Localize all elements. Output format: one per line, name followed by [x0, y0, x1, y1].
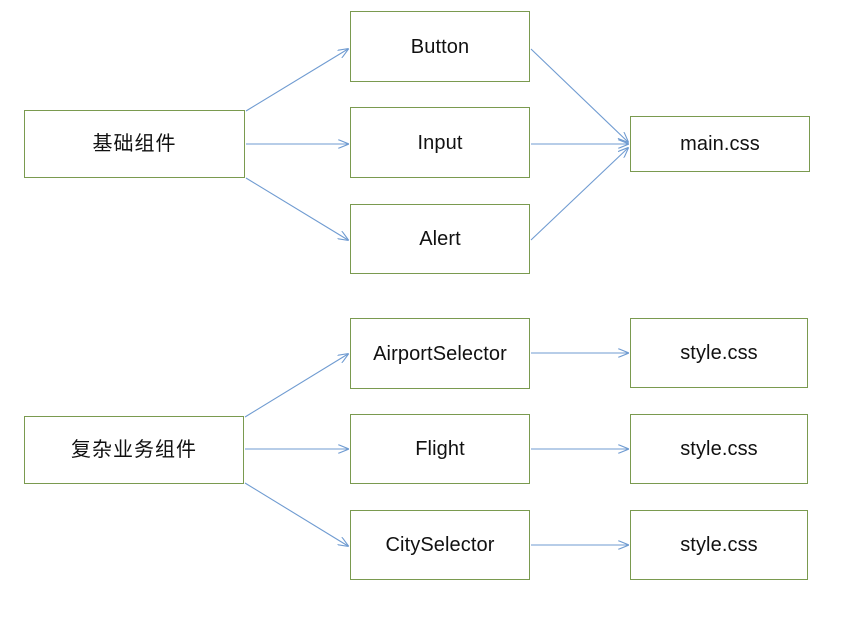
- edge-basic-source-to-alert: [245, 177, 348, 240]
- node-basic-source[interactable]: 基础组件: [24, 110, 245, 178]
- node-airportselector[interactable]: AirportSelector: [350, 318, 530, 389]
- node-style-css-2[interactable]: style.css: [630, 414, 808, 484]
- node-alert-label: Alert: [419, 228, 461, 250]
- node-button[interactable]: Button: [350, 11, 530, 82]
- node-input[interactable]: Input: [350, 107, 530, 178]
- node-input-label: Input: [417, 131, 463, 154]
- node-basic-source-label: 基础组件: [92, 133, 177, 155]
- edge-basic-source-to-button: [245, 49, 348, 112]
- node-flight-label: Flight: [415, 438, 465, 460]
- node-cityselector[interactable]: CitySelector: [350, 510, 530, 580]
- node-flight[interactable]: Flight: [350, 414, 530, 484]
- node-cityselector-label: CitySelector: [385, 534, 495, 556]
- node-main-css-label: main.css: [680, 133, 760, 155]
- node-button-label: Button: [410, 35, 470, 58]
- edge-alert-to-main-css: [530, 148, 628, 241]
- node-airportselector-label: AirportSelector: [373, 342, 507, 365]
- node-style-css-1-label: style.css: [680, 342, 758, 364]
- node-style-css-3[interactable]: style.css: [630, 510, 808, 580]
- edge-button-to-main-css: [530, 48, 628, 142]
- node-style-css-3-label: style.css: [680, 534, 758, 556]
- node-business-source-label: 复杂业务组件: [71, 439, 197, 461]
- diagram-canvas: 基础组件 Button Input Alert main.css 复杂业务组件 …: [0, 0, 855, 628]
- node-style-css-1[interactable]: style.css: [630, 318, 808, 388]
- edge-biz-source-to-airportselector: [244, 354, 348, 418]
- node-business-source[interactable]: 复杂业务组件: [24, 416, 244, 484]
- node-alert[interactable]: Alert: [350, 204, 530, 274]
- node-main-css[interactable]: main.css: [630, 116, 810, 172]
- edge-biz-source-to-cityselector: [244, 482, 348, 546]
- node-style-css-2-label: style.css: [680, 438, 758, 460]
